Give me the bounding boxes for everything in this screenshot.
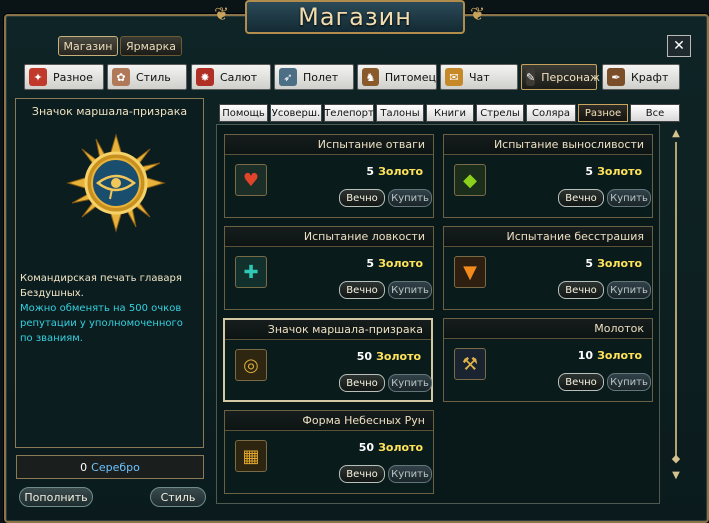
fireworks-icon: ✸ [196, 68, 214, 86]
subtab-coupons[interactable]: Талоны [376, 104, 424, 122]
product-card-selected[interactable]: Значок маршала-призрака ◎ 50 Золото Вечно… [223, 318, 433, 402]
subtab-teleport[interactable]: Телепорт [324, 104, 374, 122]
category-label: Стиль [136, 70, 171, 84]
product-card[interactable]: Форма Небесных Рун ▦ 50 Золото Вечно Купи… [224, 410, 434, 494]
category-craft[interactable]: ✒ Крафт [602, 64, 680, 90]
horse-icon: ♞ [362, 68, 379, 86]
scroll-track[interactable] [675, 142, 677, 462]
category-label: Персонаж [541, 70, 600, 84]
subtab-books[interactable]: Книги [426, 104, 474, 122]
category-label: Крафт [631, 70, 669, 84]
duration-button[interactable]: Вечно [558, 373, 604, 391]
detail-item-name: Значок маршала-призрака [31, 105, 188, 118]
product-name: Значок маршала-призрака [225, 320, 431, 340]
category-label: Чат [469, 70, 490, 84]
category-flight[interactable]: ➶ Полет [274, 64, 354, 90]
marshal-badge-icon [66, 133, 166, 233]
tab-shop[interactable]: Магазин [58, 36, 118, 56]
category-label: Питомец [384, 70, 436, 84]
duration-button[interactable]: Вечно [558, 281, 604, 299]
category-character[interactable]: ✎ Персонаж [521, 64, 600, 90]
product-card[interactable]: Испытание выносливости ◆ 5 Золото Вечно К… [443, 134, 653, 218]
product-price: 50 Золото [358, 441, 423, 454]
item-description: Командирская печать главаря Бездушных. [20, 273, 182, 299]
buy-button[interactable]: Купить [388, 374, 432, 392]
product-name: Испытание ловкости [225, 227, 433, 247]
subtab-upgrade[interactable]: Усоверш. [270, 104, 322, 122]
duration-button[interactable]: Вечно [339, 374, 385, 392]
product-name: Испытание выносливости [444, 135, 652, 155]
category-chat[interactable]: ✉ Чат [440, 64, 518, 90]
rune-form-icon: ▦ [235, 440, 267, 472]
balance-amount: 0 [80, 460, 88, 474]
close-icon: ✕ [673, 38, 685, 54]
product-name: Молоток [444, 319, 652, 339]
gift-icon: ✦ [29, 68, 47, 86]
scroll-icon: ✉ [445, 68, 463, 86]
scroll-thumb[interactable]: ◆ [671, 452, 681, 466]
category-label: Салют [220, 70, 258, 84]
subtab-all[interactable]: Все [630, 104, 680, 122]
product-price: 50 Золото [356, 350, 421, 363]
brush-icon: ✎ [526, 68, 536, 86]
product-card[interactable]: Испытание бесстрашия ▼ 5 Золото Вечно Куп… [443, 226, 653, 310]
duration-button[interactable]: Вечно [558, 189, 604, 207]
subtab-solar[interactable]: Соляра [526, 104, 576, 122]
product-price: 5 Золото [366, 257, 423, 270]
costume-icon: ✿ [112, 68, 130, 86]
duration-button[interactable]: Вечно [339, 465, 385, 483]
refill-button[interactable]: Пополнить [19, 487, 93, 507]
category-fireworks[interactable]: ✸ Салют [191, 64, 271, 90]
product-card[interactable]: Молоток ⚒ 10 Золото Вечно Купить [443, 318, 653, 402]
exchange-note: Можно обменять на 500 очков репутации у … [20, 303, 183, 344]
category-pet[interactable]: ♞ Питомец [357, 64, 437, 90]
subtab-help[interactable]: Помощь [219, 104, 268, 122]
orb-icon: ◆ [454, 164, 486, 196]
duration-button[interactable]: Вечно [339, 189, 385, 207]
window-title-plate: Магазин [245, 0, 465, 34]
category-label: Разное [53, 70, 93, 84]
category-style[interactable]: ✿ Стиль [107, 64, 187, 90]
product-price: 10 Золото [577, 349, 642, 362]
balance-box: 0 Серебро [16, 455, 204, 479]
hammer-icon: ⚒ [454, 348, 486, 380]
buy-button[interactable]: Купить [388, 465, 432, 483]
scroll-up-icon[interactable]: ▲ [670, 128, 682, 140]
product-price: 5 Золото [366, 165, 423, 178]
subtab-arrows[interactable]: Стрелы [476, 104, 524, 122]
quill-icon: ✒ [607, 68, 625, 86]
buy-button[interactable]: Купить [607, 189, 651, 207]
badge-icon: ◎ [235, 349, 267, 381]
duration-button[interactable]: Вечно [339, 281, 385, 299]
product-card[interactable]: Испытание отваги ♥ 5 Золото Вечно Купить [224, 134, 434, 218]
close-button[interactable]: ✕ [667, 35, 691, 57]
product-name: Испытание отваги [225, 135, 433, 155]
buy-button[interactable]: Купить [388, 189, 432, 207]
scrollbar[interactable]: ▲ ◆ ▼ [670, 128, 682, 488]
right-wing-ornament: ❦ [470, 4, 486, 25]
product-name: Форма Небесных Рун [225, 411, 433, 431]
product-card[interactable]: Испытание ловкости ✚ 5 Золото Вечно Купит… [224, 226, 434, 310]
product-name: Испытание бесстрашия [444, 227, 652, 247]
left-wing-ornament: ❦ [214, 4, 230, 25]
category-label: Полет [303, 70, 339, 84]
buy-button[interactable]: Купить [388, 281, 432, 299]
buy-button[interactable]: Купить [607, 373, 651, 391]
style-button[interactable]: Стиль [150, 487, 206, 507]
balance-currency: Серебро [91, 460, 140, 474]
agility-icon: ✚ [235, 256, 267, 288]
tab-fair[interactable]: Ярмарка [120, 36, 182, 56]
category-misc[interactable]: ✦ Разное [24, 64, 104, 90]
window-title: Магазин [298, 3, 412, 31]
scroll-down-icon[interactable]: ▼ [670, 470, 682, 482]
subtab-misc[interactable]: Разное [578, 104, 628, 122]
fearless-icon: ▼ [454, 256, 486, 288]
item-detail-panel: Значок маршала-призрака Командирская печ… [15, 98, 204, 448]
wing-icon: ➶ [279, 68, 297, 86]
buy-button[interactable]: Купить [607, 281, 651, 299]
product-price: 5 Золото [585, 165, 642, 178]
product-price: 5 Золото [585, 257, 642, 270]
heart-icon: ♥ [235, 164, 267, 196]
